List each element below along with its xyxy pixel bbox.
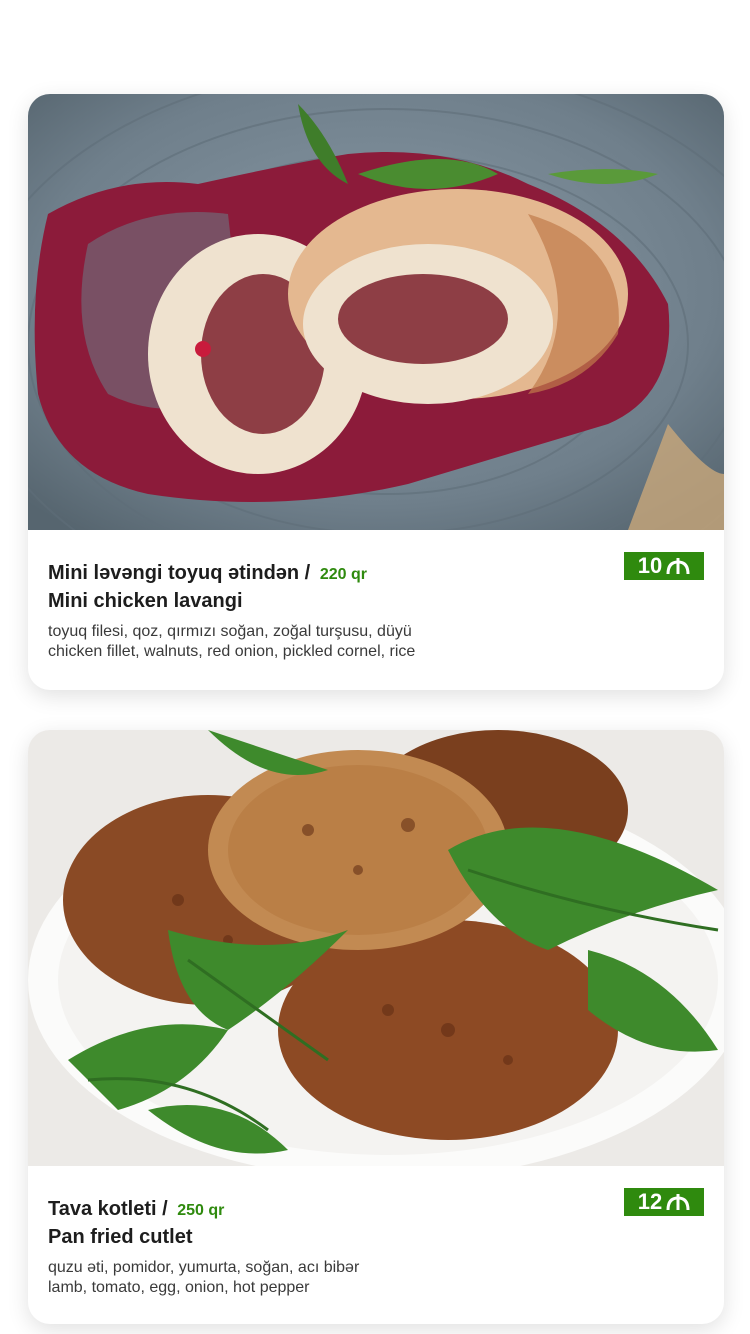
manat-icon [666,558,690,575]
menu-item-card[interactable]: 10 Mini ləvəngi toyuq ətindən / 220 qr M… [28,94,724,690]
ingredients-az: toyuq filesi, qoz, qırmızı soğan, zoğal … [48,623,412,640]
dish-weight: 220 qr [319,566,367,583]
price-badge: 12 [624,1188,704,1216]
dish-title-az: Mini ləvəngi toyuq ətindən / [48,562,311,584]
menu-item-info: 12 Tava kotleti / 250 qr Pan fried cutle… [28,1166,724,1298]
price-value: 10 [637,553,663,578]
price-value: 12 [637,1189,663,1214]
dish-weight: 250 qr [177,1202,225,1219]
dish-title-az: Tava kotleti / [48,1198,168,1220]
dish-title-en: Pan fried cutlet [48,1226,193,1248]
ingredients-az: quzu əti, pomidor, yumurta, soğan, acı b… [48,1259,360,1276]
dish-ingredients: quzu əti, pomidor, yumurta, soğan, acı b… [48,1258,704,1298]
ingredients-en: lamb, tomato, egg, onion, hot pepper [48,1279,310,1296]
ingredients-en: chicken fillet, walnuts, red onion, pick… [48,643,416,660]
menu-item-card[interactable]: 12 Tava kotleti / 250 qr Pan fried cutle… [28,730,724,1324]
menu-item-info: 10 Mini ləvəngi toyuq ətindən / 220 qr M… [28,530,724,662]
dish-title-az-row: Tava kotleti / 250 qr [48,1196,704,1224]
dish-ingredients: toyuq filesi, qoz, qırmızı soğan, zoğal … [48,622,704,662]
price-badge: 10 [624,552,704,580]
dish-title-az-row: Mini ləvəngi toyuq ətindən / 220 qr [48,560,704,588]
chicken-lavangi-photo [28,94,724,530]
manat-icon [666,1194,690,1211]
pan-fried-cutlet-photo [28,730,724,1166]
menu-page: 10 Mini ləvəngi toyuq ətindən / 220 qr M… [0,0,750,1334]
dish-title-en: Mini chicken lavangi [48,590,243,612]
